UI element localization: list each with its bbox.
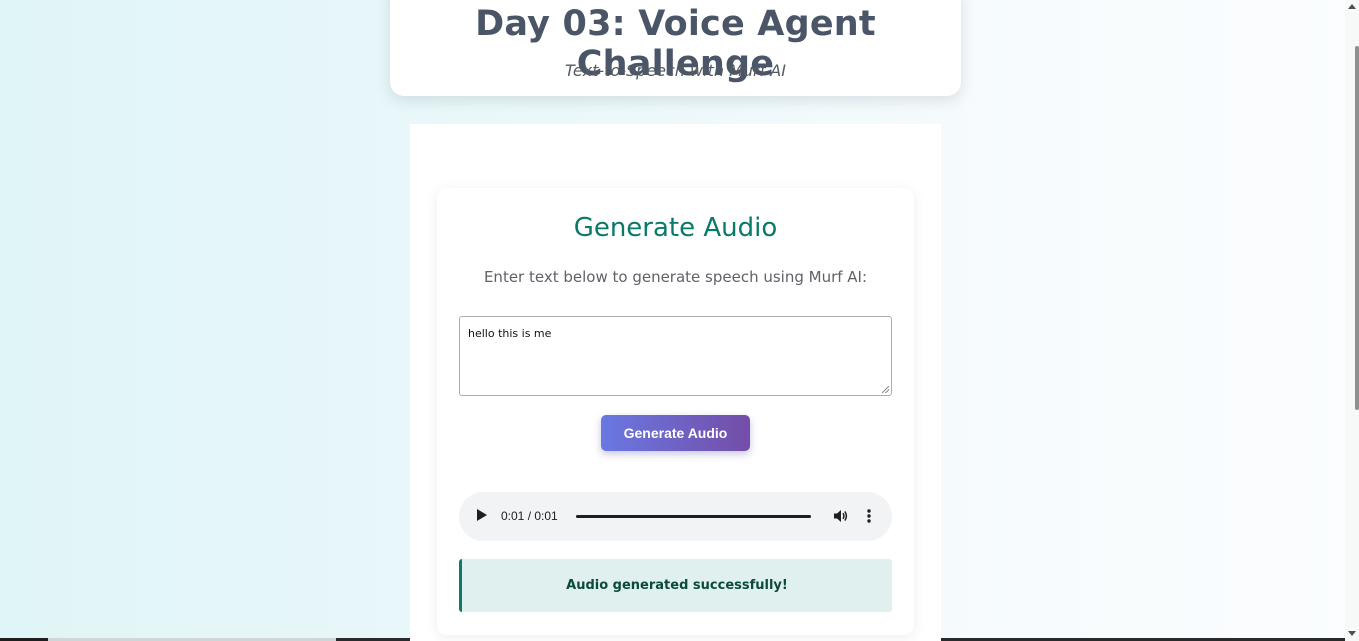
progress-fill	[576, 515, 811, 518]
header-card: Day 03: Voice Agent Challenge Text-to-Sp…	[390, 0, 961, 96]
time-display: 0:01 / 0:01	[501, 509, 558, 523]
page-subtitle: Text-to-Speech with Murf AI	[565, 61, 786, 80]
success-message: Audio generated successfully!	[459, 559, 892, 612]
resize-handle[interactable]	[882, 386, 889, 393]
progress-bar[interactable]	[576, 515, 811, 518]
card-instruction: Enter text below to generate speech usin…	[483, 268, 868, 286]
generate-audio-button[interactable]: Generate Audio	[601, 415, 750, 451]
tts-card: Generate Audio Enter text below to gener…	[437, 188, 914, 635]
play-icon[interactable]	[477, 509, 487, 521]
scroll-up-icon[interactable]	[1348, 4, 1356, 9]
text-input[interactable]: hello this is me	[459, 316, 892, 396]
scroll-down-icon[interactable]	[1348, 631, 1356, 636]
audio-player[interactable]: 0:01 / 0:01	[459, 492, 892, 541]
volume-icon[interactable]	[833, 508, 849, 524]
card-title: Generate Audio	[573, 213, 778, 243]
page-scrollbar[interactable]	[1345, 0, 1359, 641]
text-input-value: hello this is me	[468, 327, 552, 340]
more-options-icon[interactable]	[862, 508, 876, 524]
scroll-thumb[interactable]	[1355, 46, 1359, 410]
